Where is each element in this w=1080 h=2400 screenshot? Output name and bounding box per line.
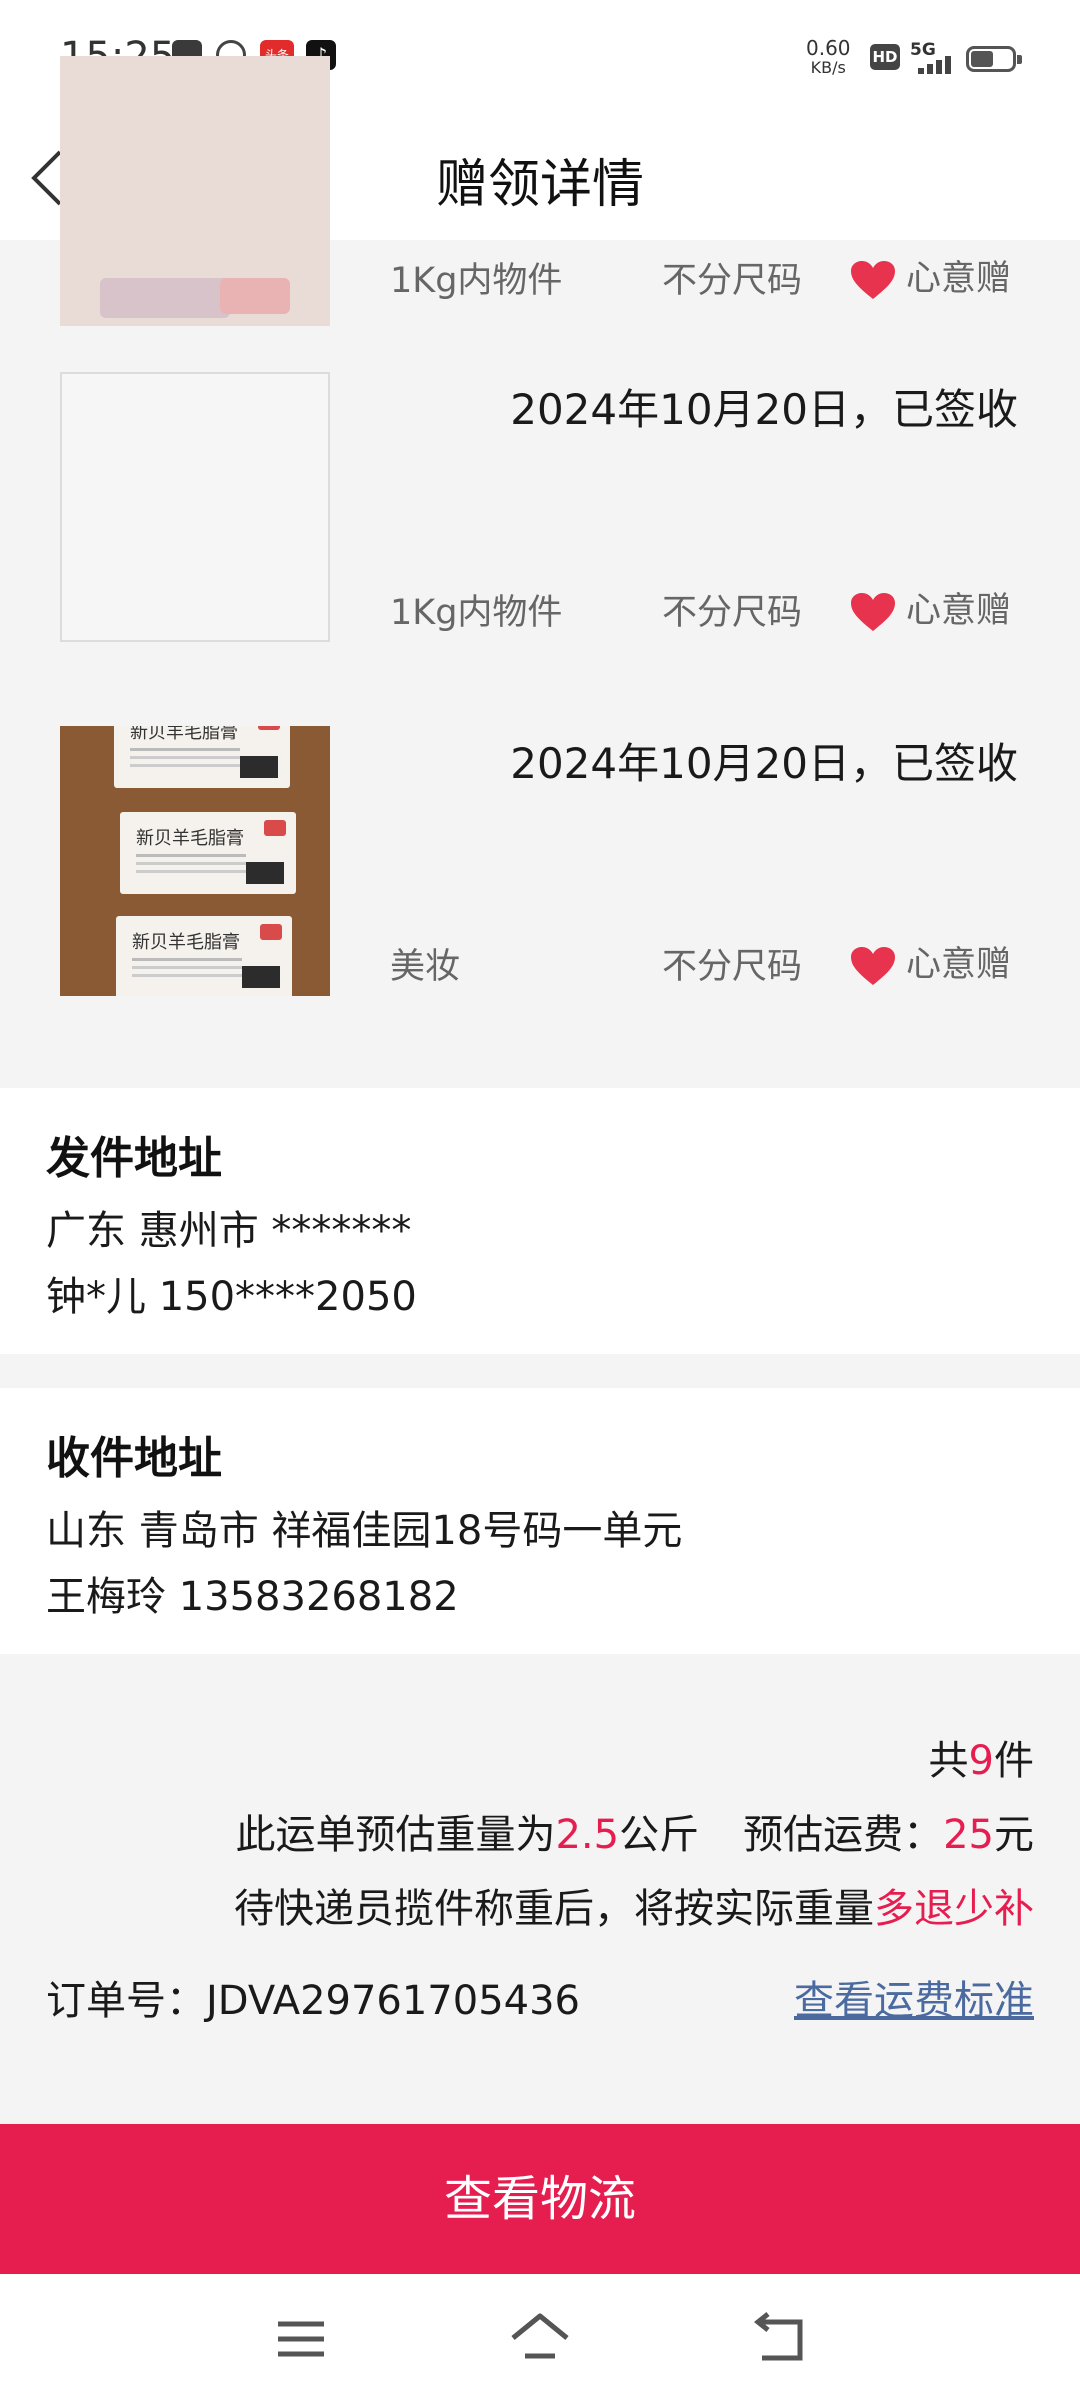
list-item[interactable]: 新贝羊毛脂膏 新贝羊毛脂膏 新贝羊毛脂膏 2024年10月20日，已签收 美妆 … [0,694,1080,1049]
order-number: 订单号：JDVA29761705436 [46,1978,581,2024]
sender-contact: 钟*儿 150****2050 [46,1274,417,1320]
item-count: 共9件 [928,1738,1034,1784]
item-category: 1Kg内物件 [390,261,563,301]
back-arrow-icon [753,2312,803,2361]
sender-address-card: 发件地址 广东 惠州市 ******* 钟*儿 150****2050 [0,1088,1080,1354]
item-size: 不分尺码 [662,593,803,633]
heart-icon [851,593,895,631]
item-category: 美妆 [390,947,461,987]
signal-icon [918,56,958,74]
menu-button[interactable] [266,2304,336,2374]
item-gift-type: 心意赠 [850,582,1011,633]
menu-icon [278,2321,324,2357]
receiver-heading: 收件地址 [46,1433,222,1484]
weight-adjust-note: 待快递员揽件称重后，将按实际重量多退少补 [234,1886,1034,1932]
item-gift-type: 心意赠 [850,936,1011,987]
list-item[interactable]: 1Kg内物件 不分尺码 心意赠 [0,56,1080,342]
home-icon [511,2313,569,2359]
heart-icon [851,261,895,299]
item-size: 不分尺码 [662,947,803,987]
item-date-status: 2024年10月20日，已签收 [510,385,1018,434]
heart-icon [851,947,895,985]
list-item[interactable]: 2024年10月20日，已签收 1Kg内物件 不分尺码 心意赠 [0,340,1080,696]
receiver-region: 山东 青岛市 祥福佳园18号码一单元 [46,1508,683,1554]
network-speed: 0.60 KB/s [806,36,851,77]
system-nav-bar [0,2274,1080,2400]
home-button[interactable] [505,2304,575,2374]
hd-icon: HD [870,44,900,70]
item-thumbnail [60,372,330,642]
weight-and-fee: 此运单预估重量为2.5公斤 预估运费：25元 [235,1812,1034,1858]
shipping-summary: 共9件 此运单预估重量为2.5公斤 预估运费：25元 待快递员揽件称重后，将按实际… [0,1656,1080,2124]
view-logistics-button[interactable]: 查看物流 [0,2124,1080,2274]
item-date-status: 2024年10月20日，已签收 [510,739,1018,788]
back-nav-button[interactable] [746,2304,816,2374]
item-thumbnail [60,56,330,326]
item-size: 不分尺码 [662,261,803,301]
sender-heading: 发件地址 [46,1133,222,1184]
fee-standard-link[interactable]: 查看运费标准 [794,1968,1034,2026]
item-gift-type: 心意赠 [850,250,1011,301]
battery-icon [966,46,1022,72]
item-thumbnail: 新贝羊毛脂膏 新贝羊毛脂膏 新贝羊毛脂膏 [60,726,330,996]
sender-region: 广东 惠州市 ******* [46,1208,412,1254]
receiver-contact: 王梅玲 13583268182 [46,1574,459,1620]
item-category: 1Kg内物件 [390,593,563,633]
receiver-address-card: 收件地址 山东 青岛市 祥福佳园18号码一单元 王梅玲 13583268182 [0,1388,1080,1654]
